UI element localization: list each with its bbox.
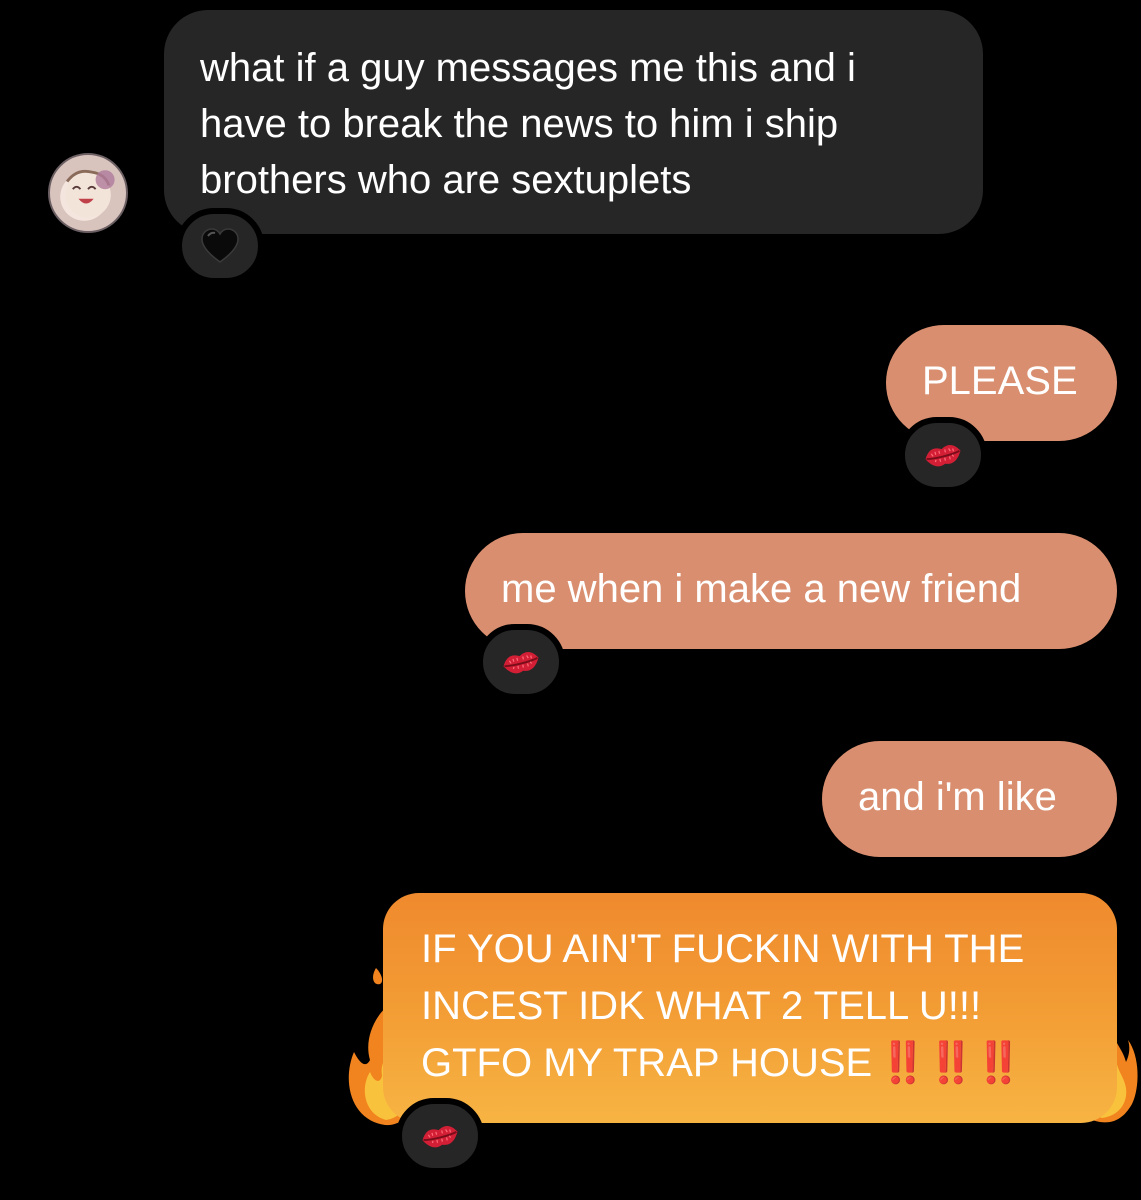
outgoing-message[interactable]: me when i make a new friend (465, 533, 1117, 649)
outgoing-message[interactable]: and i'm like (822, 741, 1117, 857)
incoming-message-text: what if a guy messages me this and i hav… (200, 46, 856, 202)
fire-message[interactable]: IF YOU AIN'T FUCKIN WITH THE INCEST IDK … (383, 893, 1117, 1123)
double-exclamation-icon: ‼️‼️‼️ (878, 1041, 1023, 1085)
black-heart-icon (201, 228, 239, 263)
sender-avatar[interactable] (48, 153, 128, 233)
incoming-message[interactable]: what if a guy messages me this and i hav… (164, 10, 983, 234)
chat-thread: what if a guy messages me this and i hav… (0, 0, 1141, 1200)
reaction-badge[interactable] (176, 208, 264, 284)
outgoing-message-text: and i'm like (858, 775, 1057, 819)
outgoing-message-text: me when i make a new friend (501, 567, 1022, 611)
kiss-mark-icon (503, 652, 539, 674)
fire-message-line-last: GTFO MY TRAP HOUSE ‼️‼️‼️ (421, 1035, 1117, 1092)
reaction-badge[interactable] (477, 624, 565, 700)
fire-message-line: IF YOU AIN'T FUCKIN WITH THE (421, 927, 1025, 971)
fire-message-line: GTFO MY TRAP HOUSE (421, 1041, 873, 1085)
fire-message-line: INCEST IDK WHAT 2 TELL U!!! (421, 984, 982, 1028)
kiss-mark-icon (925, 445, 961, 467)
reaction-badge[interactable] (899, 417, 987, 493)
reaction-badge[interactable] (396, 1098, 484, 1174)
outgoing-message-text: PLEASE (922, 359, 1078, 403)
kiss-mark-icon (422, 1126, 458, 1148)
